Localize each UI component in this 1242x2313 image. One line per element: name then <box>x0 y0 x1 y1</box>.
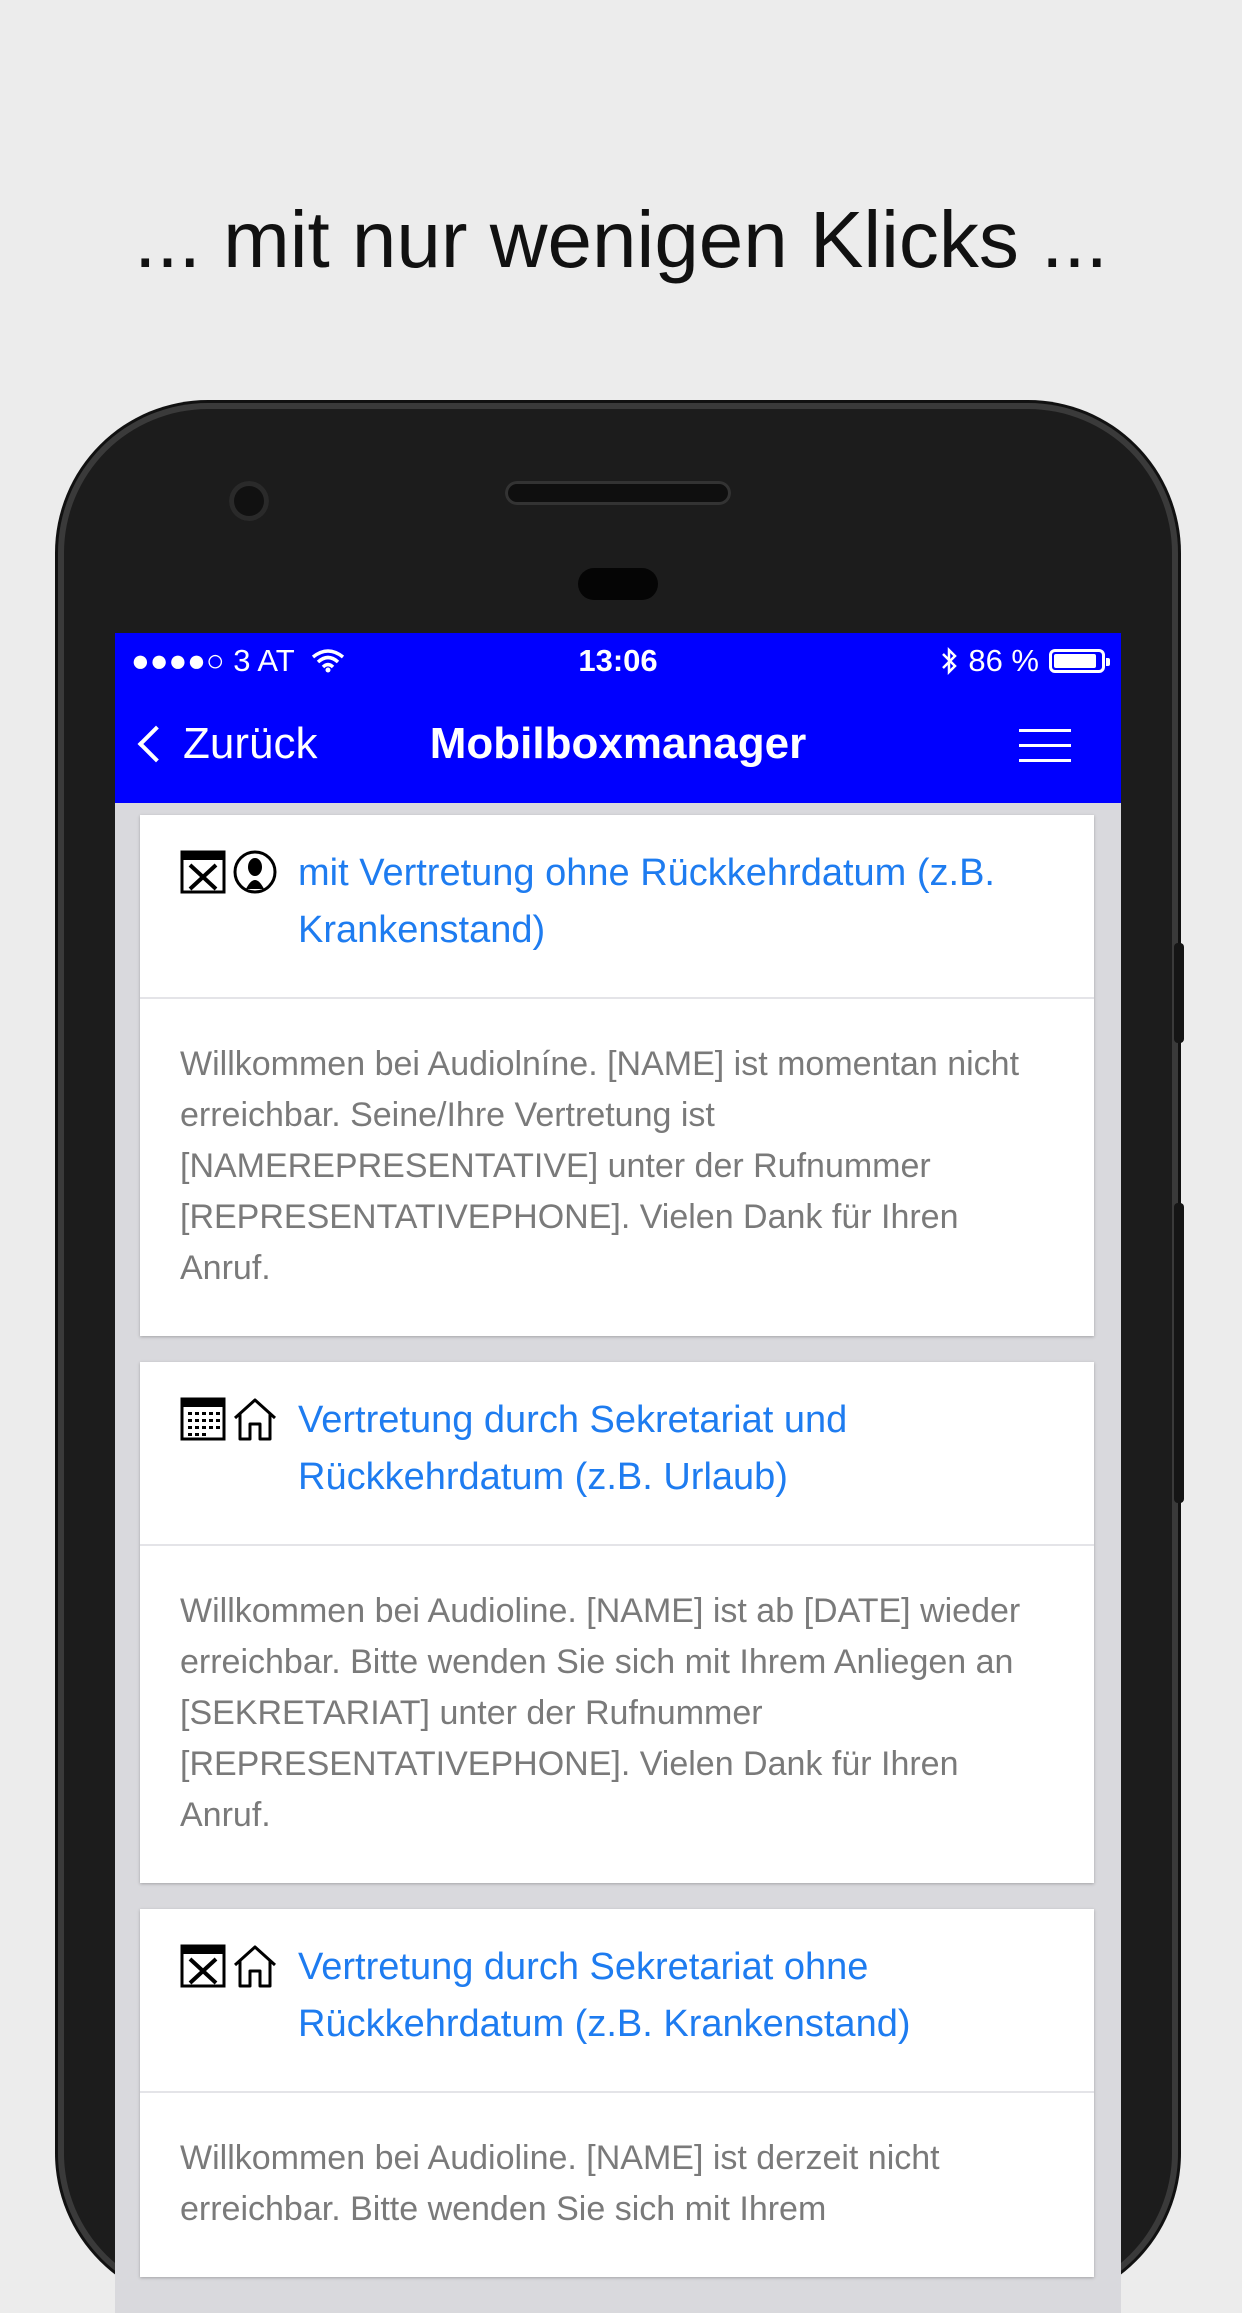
card-icons <box>180 1392 298 1506</box>
greeting-text: Willkommen bei Audioline. [NAME] ist der… <box>180 2139 940 2228</box>
earpiece-speaker <box>505 481 731 505</box>
no-calendar-icon <box>180 850 226 894</box>
greeting-option[interactable]: mit Vertretung ohne Rückkehrdatum (z.B. … <box>140 815 1094 999</box>
page-headline: ... mit nur wenigen Klicks ... <box>134 195 1108 284</box>
battery-percent: 86 % <box>968 643 1039 678</box>
chevron-left-icon <box>137 725 175 763</box>
volume-button <box>1174 1203 1184 1503</box>
proximity-sensor <box>578 568 658 600</box>
greeting-card: Vertretung durch Sekretariat ohne Rückke… <box>140 1909 1094 2277</box>
no-calendar-icon <box>180 1944 226 1988</box>
person-icon <box>233 850 277 894</box>
calendar-icon <box>180 1397 226 1441</box>
greeting-card: mit Vertretung ohne Rückkehrdatum (z.B. … <box>140 815 1094 1336</box>
greeting-card: Vertretung durch Sekretariat und Rückkeh… <box>140 1362 1094 1883</box>
status-right: 86 % <box>940 643 1110 679</box>
greeting-text: Willkommen bei Audiolníne. [NAME] ist mo… <box>180 1045 1020 1287</box>
hamburger-menu-button[interactable] <box>1019 729 1071 763</box>
greeting-option[interactable]: Vertretung durch Sekretariat und Rückkeh… <box>140 1362 1094 1546</box>
top-bar: ●●●●○ 3 AT 13:06 86 % Zurück Mobilboxman… <box>115 633 1121 803</box>
greeting-option[interactable]: Vertretung durch Sekretariat ohne Rückke… <box>140 1909 1094 2093</box>
phone-screen: ●●●●○ 3 AT 13:06 86 % Zurück Mobilboxman… <box>115 633 1121 2313</box>
phone-frame: ●●●●○ 3 AT 13:06 86 % Zurück Mobilboxman… <box>58 403 1184 2313</box>
front-camera <box>229 481 269 521</box>
card-title: mit Vertretung ohne Rückkehrdatum (z.B. … <box>298 852 995 951</box>
status-bar: ●●●●○ 3 AT 13:06 86 % <box>115 633 1121 685</box>
card-title: Vertretung durch Sekretariat ohne Rückke… <box>298 1946 911 2045</box>
house-icon <box>233 1945 277 1988</box>
card-icons <box>180 1939 298 2053</box>
card-icons <box>180 845 298 959</box>
greeting-text: Willkommen bei Audioline. [NAME] ist ab … <box>180 1592 1021 1834</box>
power-button <box>1174 943 1184 1043</box>
battery-icon <box>1049 649 1110 673</box>
house-icon <box>233 1398 277 1441</box>
back-button[interactable]: Zurück <box>133 719 317 769</box>
navigation-bar: Zurück Mobilboxmanager <box>115 685 1121 803</box>
bluetooth-icon <box>942 646 958 676</box>
back-label: Zurück <box>183 719 318 768</box>
greeting-list: mit Vertretung ohne Rückkehrdatum (z.B. … <box>140 815 1094 2303</box>
card-title: Vertretung durch Sekretariat und Rückkeh… <box>298 1399 848 1498</box>
